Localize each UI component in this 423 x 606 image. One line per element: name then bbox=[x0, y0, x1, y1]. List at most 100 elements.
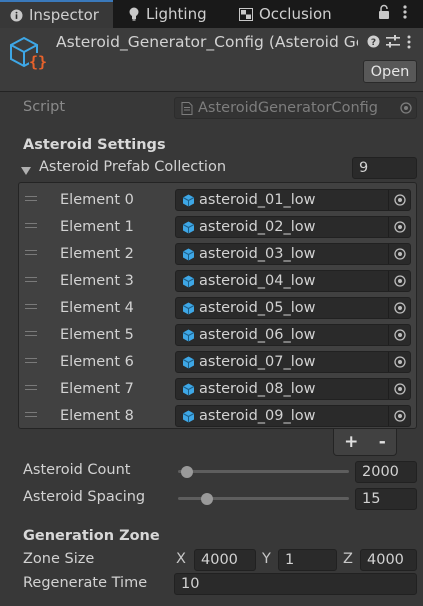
drag-handle-icon[interactable] bbox=[25, 358, 37, 364]
element-object-field[interactable]: asteroid_06_low bbox=[175, 324, 411, 346]
drag-handle-icon[interactable] bbox=[25, 385, 37, 391]
asteroid-count-field[interactable]: 2000 bbox=[355, 461, 417, 483]
element-label: Element 0 bbox=[60, 192, 134, 208]
element-object-field[interactable]: asteroid_04_low bbox=[175, 270, 411, 292]
object-picker-icon[interactable] bbox=[388, 352, 410, 372]
element-object-field[interactable]: asteroid_07_low bbox=[175, 351, 411, 373]
list-item: Element 3 asteroid_04_low bbox=[19, 268, 416, 295]
object-picker-icon[interactable] bbox=[388, 271, 410, 291]
element-value: asteroid_08_low bbox=[199, 381, 316, 397]
prefab-icon bbox=[182, 221, 195, 234]
script-label: Script bbox=[23, 99, 66, 115]
prefab-icon bbox=[182, 356, 195, 369]
asteroid-spacing-slider[interactable] bbox=[178, 493, 349, 505]
asteroid-spacing-field[interactable]: 15 bbox=[355, 488, 417, 510]
element-label: Element 7 bbox=[60, 381, 134, 397]
info-icon bbox=[10, 9, 23, 22]
prefab-icon bbox=[182, 275, 195, 288]
object-picker-icon[interactable] bbox=[388, 190, 410, 210]
lock-icon[interactable] bbox=[378, 4, 390, 24]
list-item: Element 7 asteroid_08_low bbox=[19, 376, 416, 403]
preset-sliders-icon[interactable] bbox=[386, 35, 400, 52]
asteroid-settings-heading: Asteroid Settings bbox=[23, 137, 166, 153]
zone-size-x-field[interactable]: 4000 bbox=[194, 549, 256, 571]
element-label: Element 4 bbox=[60, 300, 134, 316]
object-picker-icon[interactable] bbox=[395, 98, 417, 118]
more-options-icon[interactable] bbox=[403, 4, 407, 24]
element-object-field[interactable]: asteroid_05_low bbox=[175, 297, 411, 319]
element-label: Element 6 bbox=[60, 354, 134, 370]
element-value: asteroid_02_low bbox=[199, 219, 316, 235]
lightbulb-icon bbox=[128, 7, 140, 21]
slider-handle[interactable] bbox=[180, 466, 193, 478]
open-button[interactable]: Open bbox=[363, 60, 417, 83]
list-item: Element 5 asteroid_06_low bbox=[19, 322, 416, 349]
prefab-icon bbox=[182, 194, 195, 207]
element-label: Element 5 bbox=[60, 327, 134, 343]
list-add-remove-footer: + - bbox=[333, 429, 397, 456]
drag-handle-icon[interactable] bbox=[25, 223, 37, 229]
inspector-header: {} Asteroid_Generator_Config (Asteroid G… bbox=[0, 28, 423, 92]
zone-size-z-field[interactable]: 4000 bbox=[360, 549, 417, 571]
add-element-button[interactable]: + bbox=[344, 432, 358, 452]
element-object-field[interactable]: asteroid_03_low bbox=[175, 243, 411, 265]
list-item: Element 8 asteroid_09_low bbox=[19, 403, 416, 430]
object-picker-icon[interactable] bbox=[388, 298, 410, 318]
foldout-arrow-icon[interactable] bbox=[21, 164, 31, 180]
tab-inspector[interactable]: Inspector bbox=[0, 0, 113, 28]
slider-handle[interactable] bbox=[201, 493, 214, 505]
element-value: asteroid_09_low bbox=[199, 408, 316, 424]
element-value: asteroid_03_low bbox=[199, 246, 316, 262]
tab-label: Occlusion bbox=[259, 5, 332, 23]
asteroid-spacing-label: Asteroid Spacing bbox=[23, 489, 146, 505]
element-object-field[interactable]: asteroid_09_low bbox=[175, 405, 411, 427]
help-icon[interactable]: ? bbox=[367, 35, 380, 52]
asteroid-count-slider[interactable] bbox=[178, 466, 349, 478]
object-picker-icon[interactable] bbox=[388, 325, 410, 345]
tab-label: Inspector bbox=[29, 6, 99, 24]
script-field[interactable]: AsteroidGeneratorConfig bbox=[174, 97, 417, 119]
drag-handle-icon[interactable] bbox=[25, 196, 37, 202]
svg-text:?: ? bbox=[371, 38, 376, 48]
z-axis-label[interactable]: Z bbox=[343, 551, 353, 567]
tab-lighting[interactable]: Lighting bbox=[128, 0, 228, 28]
drag-handle-icon[interactable] bbox=[25, 331, 37, 337]
element-value: asteroid_07_low bbox=[199, 354, 316, 370]
remove-element-button[interactable]: - bbox=[379, 432, 386, 452]
element-object-field[interactable]: asteroid_08_low bbox=[175, 378, 411, 400]
svg-text:{}: {} bbox=[29, 53, 47, 71]
occlusion-icon bbox=[239, 7, 253, 21]
element-label: Element 1 bbox=[60, 219, 134, 235]
object-title: Asteroid_Generator_Config (Asteroid Gene… bbox=[56, 33, 358, 51]
context-menu-icon[interactable] bbox=[407, 34, 411, 54]
collection-size-field[interactable]: 9 bbox=[352, 157, 417, 179]
tab-label: Lighting bbox=[146, 5, 207, 23]
prefab-icon bbox=[182, 329, 195, 342]
script-file-icon bbox=[181, 101, 194, 115]
object-picker-icon[interactable] bbox=[388, 217, 410, 237]
drag-handle-icon[interactable] bbox=[25, 412, 37, 418]
element-label: Element 8 bbox=[60, 408, 134, 424]
drag-handle-icon[interactable] bbox=[25, 277, 37, 283]
regenerate-time-label: Regenerate Time bbox=[23, 575, 148, 591]
x-axis-label[interactable]: X bbox=[176, 551, 186, 567]
element-object-field[interactable]: asteroid_02_low bbox=[175, 216, 411, 238]
object-picker-icon[interactable] bbox=[388, 379, 410, 399]
prefab-collection-label[interactable]: Asteroid Prefab Collection bbox=[39, 159, 226, 175]
drag-handle-icon[interactable] bbox=[25, 304, 37, 310]
generation-zone-heading: Generation Zone bbox=[23, 528, 160, 544]
object-picker-icon[interactable] bbox=[388, 244, 410, 264]
tab-occlusion[interactable]: Occlusion bbox=[239, 0, 349, 28]
object-picker-icon[interactable] bbox=[388, 406, 410, 426]
regenerate-time-field[interactable]: 10 bbox=[174, 573, 417, 595]
list-item: Element 0 asteroid_01_low bbox=[19, 187, 416, 214]
zone-size-y-field[interactable]: 1 bbox=[278, 549, 337, 571]
element-value: asteroid_04_low bbox=[199, 273, 316, 289]
scriptable-object-icon: {} bbox=[9, 36, 49, 76]
window-tab-bar: Inspector Lighting Occlusion bbox=[0, 0, 423, 28]
prefab-icon bbox=[182, 248, 195, 261]
drag-handle-icon[interactable] bbox=[25, 250, 37, 256]
y-axis-label[interactable]: Y bbox=[262, 551, 271, 567]
element-label: Element 3 bbox=[60, 273, 134, 289]
element-object-field[interactable]: asteroid_01_low bbox=[175, 189, 411, 211]
